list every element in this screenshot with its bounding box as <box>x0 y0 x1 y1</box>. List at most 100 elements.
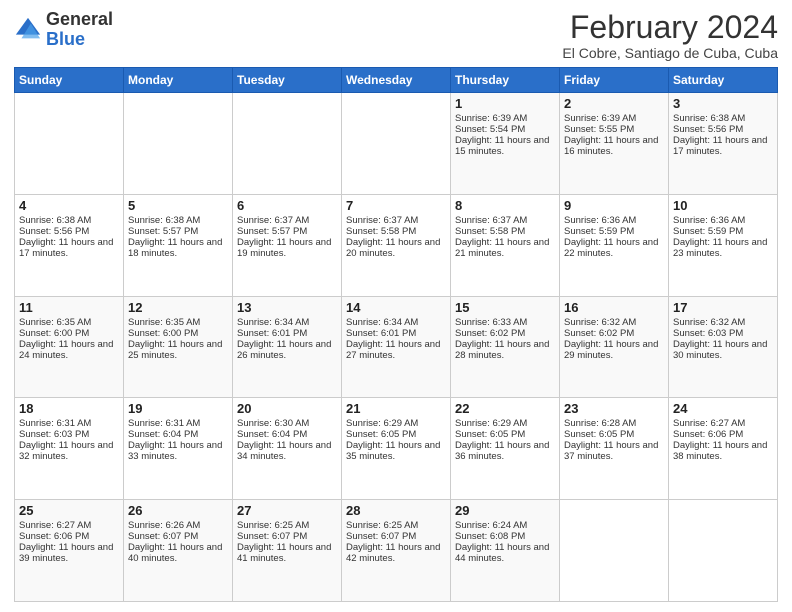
day-number: 10 <box>673 198 773 213</box>
day-header-friday: Friday <box>560 68 669 93</box>
day-number: 28 <box>346 503 446 518</box>
day-info: Daylight: 11 hours and 36 minutes. <box>455 440 555 462</box>
day-number: 24 <box>673 401 773 416</box>
day-info: Sunrise: 6:27 AM <box>673 418 773 429</box>
day-info: Sunset: 6:08 PM <box>455 531 555 542</box>
day-info: Daylight: 11 hours and 24 minutes. <box>19 339 119 361</box>
day-info: Sunset: 6:01 PM <box>346 328 446 339</box>
calendar-cell: 8Sunrise: 6:37 AMSunset: 5:58 PMDaylight… <box>451 194 560 296</box>
day-info: Daylight: 11 hours and 30 minutes. <box>673 339 773 361</box>
day-info: Sunrise: 6:35 AM <box>128 317 228 328</box>
day-number: 9 <box>564 198 664 213</box>
day-number: 20 <box>237 401 337 416</box>
calendar-cell: 26Sunrise: 6:26 AMSunset: 6:07 PMDayligh… <box>124 500 233 602</box>
day-info: Sunrise: 6:35 AM <box>19 317 119 328</box>
logo-icon <box>14 16 42 44</box>
day-info: Daylight: 11 hours and 17 minutes. <box>673 135 773 157</box>
calendar-cell: 2Sunrise: 6:39 AMSunset: 5:55 PMDaylight… <box>560 93 669 195</box>
day-number: 26 <box>128 503 228 518</box>
day-info: Sunrise: 6:26 AM <box>128 520 228 531</box>
day-number: 8 <box>455 198 555 213</box>
day-info: Sunrise: 6:36 AM <box>564 215 664 226</box>
day-info: Daylight: 11 hours and 21 minutes. <box>455 237 555 259</box>
calendar-cell: 19Sunrise: 6:31 AMSunset: 6:04 PMDayligh… <box>124 398 233 500</box>
day-info: Daylight: 11 hours and 22 minutes. <box>564 237 664 259</box>
header: General Blue February 2024 El Cobre, San… <box>14 10 778 61</box>
day-info: Sunrise: 6:38 AM <box>673 113 773 124</box>
day-info: Daylight: 11 hours and 42 minutes. <box>346 542 446 564</box>
calendar-cell: 11Sunrise: 6:35 AMSunset: 6:00 PMDayligh… <box>15 296 124 398</box>
day-info: Sunrise: 6:36 AM <box>673 215 773 226</box>
day-info: Sunset: 6:07 PM <box>128 531 228 542</box>
day-info: Sunrise: 6:32 AM <box>564 317 664 328</box>
header-right: February 2024 El Cobre, Santiago de Cuba… <box>562 10 778 61</box>
calendar-cell: 10Sunrise: 6:36 AMSunset: 5:59 PMDayligh… <box>669 194 778 296</box>
day-info: Sunrise: 6:37 AM <box>346 215 446 226</box>
calendar-cell: 5Sunrise: 6:38 AMSunset: 5:57 PMDaylight… <box>124 194 233 296</box>
day-info: Daylight: 11 hours and 20 minutes. <box>346 237 446 259</box>
day-info: Daylight: 11 hours and 17 minutes. <box>19 237 119 259</box>
page: General Blue February 2024 El Cobre, San… <box>0 0 792 612</box>
day-header-wednesday: Wednesday <box>342 68 451 93</box>
day-info: Sunrise: 6:31 AM <box>19 418 119 429</box>
day-info: Daylight: 11 hours and 44 minutes. <box>455 542 555 564</box>
day-number: 2 <box>564 96 664 111</box>
calendar-cell: 20Sunrise: 6:30 AMSunset: 6:04 PMDayligh… <box>233 398 342 500</box>
day-info: Daylight: 11 hours and 15 minutes. <box>455 135 555 157</box>
day-info: Sunset: 5:58 PM <box>455 226 555 237</box>
day-number: 1 <box>455 96 555 111</box>
calendar-cell: 23Sunrise: 6:28 AMSunset: 6:05 PMDayligh… <box>560 398 669 500</box>
day-number: 13 <box>237 300 337 315</box>
calendar-cell: 13Sunrise: 6:34 AMSunset: 6:01 PMDayligh… <box>233 296 342 398</box>
day-info: Sunset: 6:03 PM <box>673 328 773 339</box>
day-number: 14 <box>346 300 446 315</box>
day-info: Sunset: 6:05 PM <box>455 429 555 440</box>
calendar-cell: 6Sunrise: 6:37 AMSunset: 5:57 PMDaylight… <box>233 194 342 296</box>
day-info: Daylight: 11 hours and 32 minutes. <box>19 440 119 462</box>
day-number: 17 <box>673 300 773 315</box>
calendar-cell: 18Sunrise: 6:31 AMSunset: 6:03 PMDayligh… <box>15 398 124 500</box>
calendar-cell: 4Sunrise: 6:38 AMSunset: 5:56 PMDaylight… <box>15 194 124 296</box>
day-number: 6 <box>237 198 337 213</box>
day-info: Daylight: 11 hours and 16 minutes. <box>564 135 664 157</box>
day-info: Daylight: 11 hours and 23 minutes. <box>673 237 773 259</box>
day-info: Daylight: 11 hours and 26 minutes. <box>237 339 337 361</box>
day-number: 22 <box>455 401 555 416</box>
day-info: Sunset: 5:55 PM <box>564 124 664 135</box>
calendar-week-2: 4Sunrise: 6:38 AMSunset: 5:56 PMDaylight… <box>15 194 778 296</box>
logo: General Blue <box>14 10 113 50</box>
day-info: Daylight: 11 hours and 33 minutes. <box>128 440 228 462</box>
day-info: Sunrise: 6:29 AM <box>346 418 446 429</box>
day-number: 29 <box>455 503 555 518</box>
day-info: Sunset: 5:56 PM <box>19 226 119 237</box>
calendar-cell: 21Sunrise: 6:29 AMSunset: 6:05 PMDayligh… <box>342 398 451 500</box>
day-info: Sunrise: 6:30 AM <box>237 418 337 429</box>
day-number: 5 <box>128 198 228 213</box>
day-number: 27 <box>237 503 337 518</box>
day-number: 23 <box>564 401 664 416</box>
day-info: Daylight: 11 hours and 19 minutes. <box>237 237 337 259</box>
day-info: Daylight: 11 hours and 35 minutes. <box>346 440 446 462</box>
day-info: Sunset: 5:56 PM <box>673 124 773 135</box>
day-info: Sunset: 6:06 PM <box>673 429 773 440</box>
day-info: Sunrise: 6:27 AM <box>19 520 119 531</box>
day-info: Sunset: 6:02 PM <box>564 328 664 339</box>
day-info: Sunset: 6:00 PM <box>128 328 228 339</box>
day-info: Sunrise: 6:25 AM <box>237 520 337 531</box>
month-title: February 2024 <box>562 10 778 45</box>
calendar-cell: 29Sunrise: 6:24 AMSunset: 6:08 PMDayligh… <box>451 500 560 602</box>
calendar-cell: 16Sunrise: 6:32 AMSunset: 6:02 PMDayligh… <box>560 296 669 398</box>
calendar-cell <box>233 93 342 195</box>
day-number: 18 <box>19 401 119 416</box>
day-header-monday: Monday <box>124 68 233 93</box>
day-number: 25 <box>19 503 119 518</box>
day-header-tuesday: Tuesday <box>233 68 342 93</box>
day-number: 4 <box>19 198 119 213</box>
logo-general-text: General <box>46 9 113 29</box>
day-number: 3 <box>673 96 773 111</box>
calendar-cell <box>669 500 778 602</box>
day-info: Sunset: 6:01 PM <box>237 328 337 339</box>
day-info: Daylight: 11 hours and 18 minutes. <box>128 237 228 259</box>
day-info: Sunrise: 6:29 AM <box>455 418 555 429</box>
day-number: 7 <box>346 198 446 213</box>
